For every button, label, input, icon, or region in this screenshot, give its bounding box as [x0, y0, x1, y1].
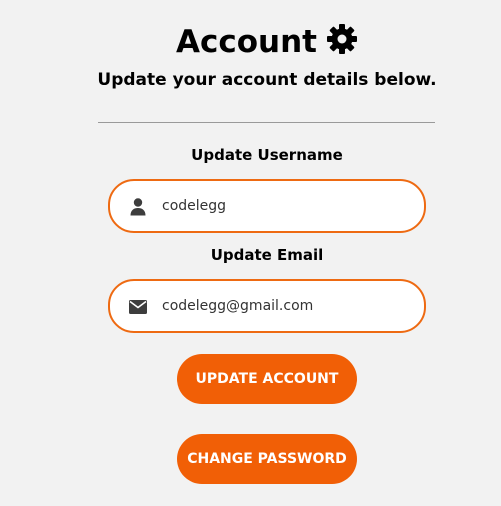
update-account-button[interactable]: UPDATE ACCOUNT	[177, 354, 357, 404]
email-field[interactable]	[108, 279, 426, 333]
title-row: Account	[0, 24, 501, 60]
page-subtitle: Update your account details below.	[97, 70, 437, 90]
change-password-button[interactable]: CHANGE PASSWORD	[177, 434, 357, 484]
envelope-icon	[128, 297, 148, 317]
page-title: Account	[175, 24, 317, 60]
username-input[interactable]	[162, 181, 412, 231]
divider	[98, 122, 435, 123]
email-label: Update Email	[210, 246, 324, 264]
account-page: Account Update your account details belo…	[0, 0, 501, 506]
username-field[interactable]	[108, 179, 426, 233]
username-label: Update Username	[191, 146, 343, 164]
gear-icon	[326, 23, 358, 55]
user-icon	[128, 197, 148, 217]
email-input[interactable]	[162, 281, 412, 331]
